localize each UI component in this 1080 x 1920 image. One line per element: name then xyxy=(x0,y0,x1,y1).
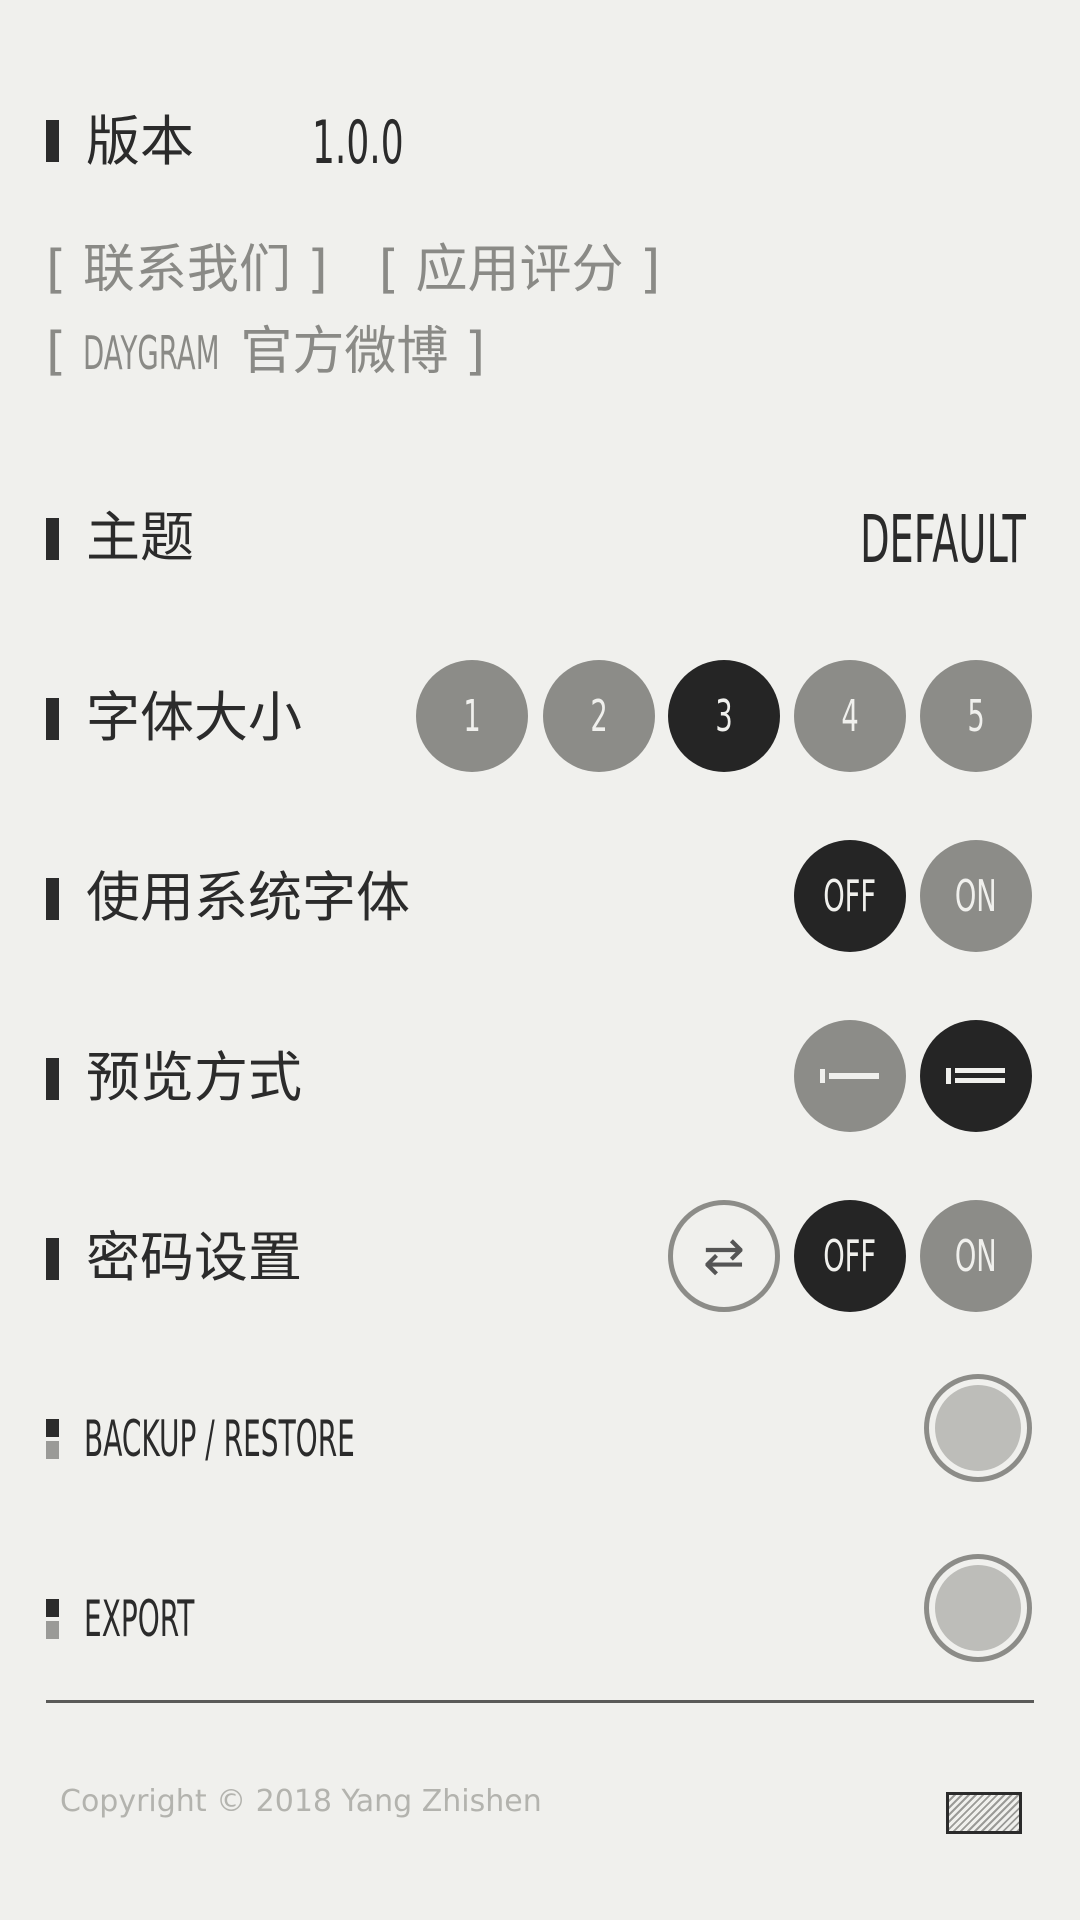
font-size-option-1[interactable]: 1 xyxy=(416,660,528,772)
version-label: 版本 xyxy=(86,110,194,173)
font-size-option-3[interactable]: 3 xyxy=(668,660,780,772)
double-line-icon xyxy=(946,1068,1005,1084)
font-size-option-5[interactable]: 5 xyxy=(920,660,1032,772)
password-marker xyxy=(46,1238,59,1280)
backup-marker xyxy=(46,1419,59,1459)
hatched-box-icon[interactable] xyxy=(946,1792,1022,1834)
backup-label: BACKUP / RESTORE xyxy=(84,1410,355,1468)
backup-restore-button-inner xyxy=(935,1385,1021,1471)
password-on-button[interactable]: ON xyxy=(920,1200,1032,1312)
password-label: 密码设置 xyxy=(86,1226,302,1289)
backup-restore-button[interactable] xyxy=(924,1374,1032,1482)
export-label: EXPORT xyxy=(84,1590,195,1648)
version-value: 1.0.0 xyxy=(312,108,404,178)
preview-mode-label: 预览方式 xyxy=(86,1046,302,1109)
swap-arrows-icon: ⇄ xyxy=(703,1227,745,1285)
preview-mode-marker xyxy=(46,1058,59,1100)
version-marker xyxy=(46,120,59,162)
weibo-link[interactable]: [ DAYGRAM 官方微博 ] xyxy=(46,322,485,383)
theme-value[interactable]: DEFAULT xyxy=(740,500,1026,580)
footer-divider xyxy=(46,1700,1034,1703)
preview-double-line-button[interactable] xyxy=(920,1020,1032,1132)
single-line-icon xyxy=(820,1069,879,1083)
export-button-inner xyxy=(935,1565,1021,1651)
contact-us-link[interactable]: [ 联系我们 ] xyxy=(46,240,328,300)
password-swap-button[interactable]: ⇄ xyxy=(668,1200,780,1312)
font-size-marker xyxy=(46,698,59,740)
theme-marker xyxy=(46,518,59,560)
font-size-option-2[interactable]: 2 xyxy=(543,660,655,772)
system-font-on-button[interactable]: ON xyxy=(920,840,1032,952)
export-button[interactable] xyxy=(924,1554,1032,1662)
rate-app-link[interactable]: [ 应用评分 ] xyxy=(379,240,661,300)
font-size-label: 字体大小 xyxy=(86,686,302,749)
copyright-text: Copyright © 2018 Yang Zhishen xyxy=(60,1784,542,1819)
links-row-1: [ 联系我们 ] [ 应用评分 ] xyxy=(46,240,660,300)
system-font-marker xyxy=(46,878,59,920)
theme-label: 主题 xyxy=(86,506,194,569)
system-font-label: 使用系统字体 xyxy=(86,866,410,929)
password-off-button[interactable]: OFF xyxy=(794,1200,906,1312)
font-size-option-4[interactable]: 4 xyxy=(794,660,906,772)
system-font-off-button[interactable]: OFF xyxy=(794,840,906,952)
export-marker xyxy=(46,1599,59,1639)
preview-single-line-button[interactable] xyxy=(794,1020,906,1132)
